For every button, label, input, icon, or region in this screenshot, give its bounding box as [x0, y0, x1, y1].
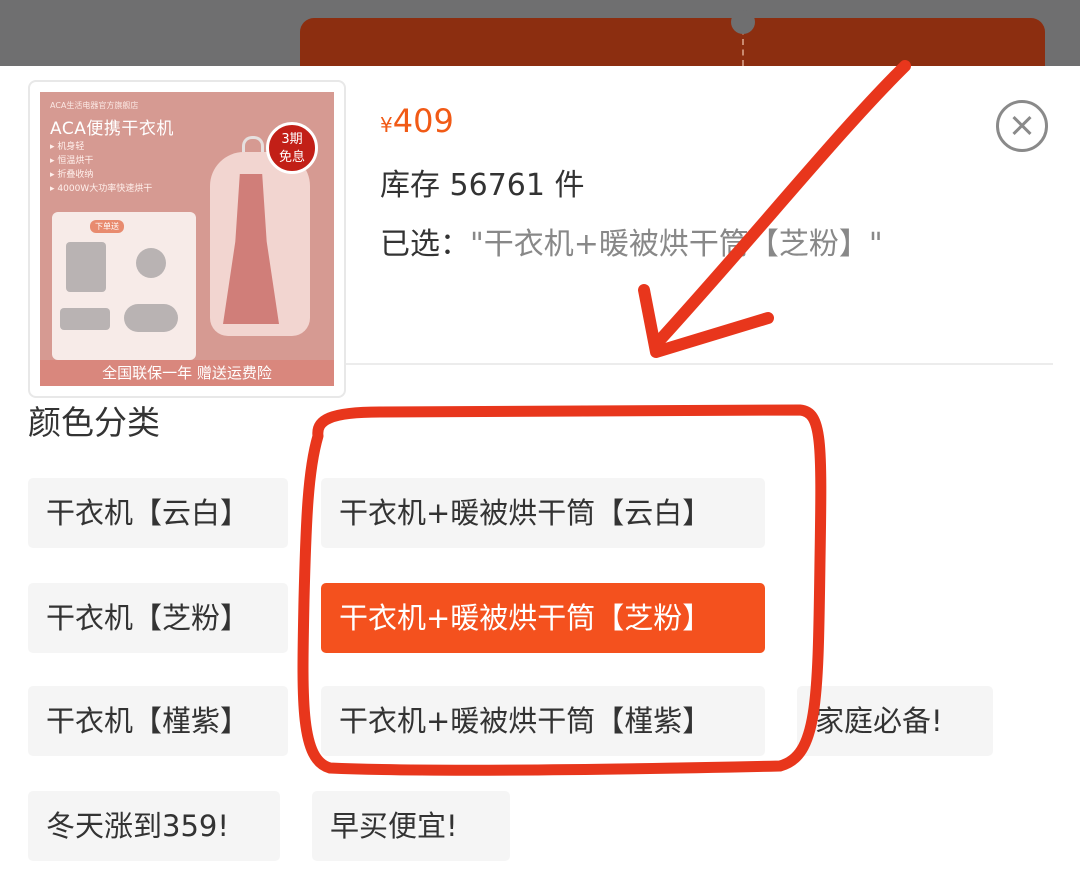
selected-label: 已选：: [380, 227, 470, 262]
option-family-essential[interactable]: 家庭必备!: [797, 686, 993, 756]
sku-selection-sheet: ACA生活电器官方旗舰店 ACA便携干衣机 ▸ 机身轻 ▸ 恒温烘干 ▸ 折叠收…: [0, 66, 1080, 883]
product-image: ACA生活电器官方旗舰店 ACA便携干衣机 ▸ 机身轻 ▸ 恒温烘干 ▸ 折叠收…: [40, 92, 334, 386]
installment-badge: 3期 免息: [266, 122, 318, 174]
thumbnail-bullet: ▸ 折叠收纳: [50, 170, 94, 180]
close-icon[interactable]: [996, 100, 1048, 152]
thumbnail-bullet: ▸ 4000W大功率快速烘干: [50, 184, 153, 194]
thumbnail-title: ACA便携干衣机: [50, 119, 174, 139]
thumbnail-bullet: ▸ 机身轻: [50, 142, 85, 152]
badge-line-2: 免息: [278, 150, 305, 165]
gift-item-heater: [136, 248, 166, 278]
product-thumbnail[interactable]: ACA生活电器官方旗舰店 ACA便携干衣机 ▸ 机身轻 ▸ 恒温烘干 ▸ 折叠收…: [28, 80, 346, 398]
gift-item-cover: [66, 242, 106, 292]
selected-value: "干衣机+暖被烘干筒【芝粉】": [470, 227, 883, 262]
option-dryer-quilt-cloud-white[interactable]: 干衣机+暖被烘干筒【云白】: [321, 478, 765, 548]
thumbnail-bullet: ▸ 恒温烘干: [50, 156, 94, 166]
color-category-title: 颜色分类: [28, 403, 160, 442]
screen: ACA生活电器官方旗舰店 ACA便携干衣机 ▸ 机身轻 ▸ 恒温烘干 ▸ 折叠收…: [0, 0, 1080, 883]
badge-line-1: 3期: [281, 132, 303, 147]
gift-item-rack: [60, 308, 110, 330]
price: ¥409: [380, 102, 454, 140]
backdrop-notch: [731, 10, 755, 34]
option-dryer-quilt-sesame-pink[interactable]: 干衣机+暖被烘干筒【芝粉】: [321, 583, 765, 653]
stock-count: 库存 56761 件: [380, 168, 585, 203]
option-dryer-quilt-hibiscus-purple[interactable]: 干衣机+暖被烘干筒【槿紫】: [321, 686, 765, 756]
thumbnail-bullets: ▸ 机身轻 ▸ 恒温烘干 ▸ 折叠收纳 ▸ 4000W大功率快速烘干: [50, 140, 152, 196]
thumbnail-footer: 全国联保一年 赠送运费险: [40, 360, 334, 386]
option-dryer-hibiscus-purple[interactable]: 干衣机【槿紫】: [28, 686, 288, 756]
option-buy-early[interactable]: 早买便宜!: [312, 791, 510, 861]
option-dryer-sesame-pink[interactable]: 干衣机【芝粉】: [28, 583, 288, 653]
selected-summary: 已选："干衣机+暖被烘干筒【芝粉】": [380, 219, 883, 263]
gift-tag: 下单送: [90, 220, 124, 233]
price-value: 409: [392, 102, 454, 140]
thumbnail-small-text: ACA生活电器官方旗舰店: [50, 101, 139, 110]
currency-symbol: ¥: [380, 113, 393, 137]
option-dryer-cloud-white[interactable]: 干衣机【云白】: [28, 478, 288, 548]
gift-item-tube: [124, 304, 178, 332]
option-winter-price-rise[interactable]: 冬天涨到359!: [28, 791, 280, 861]
